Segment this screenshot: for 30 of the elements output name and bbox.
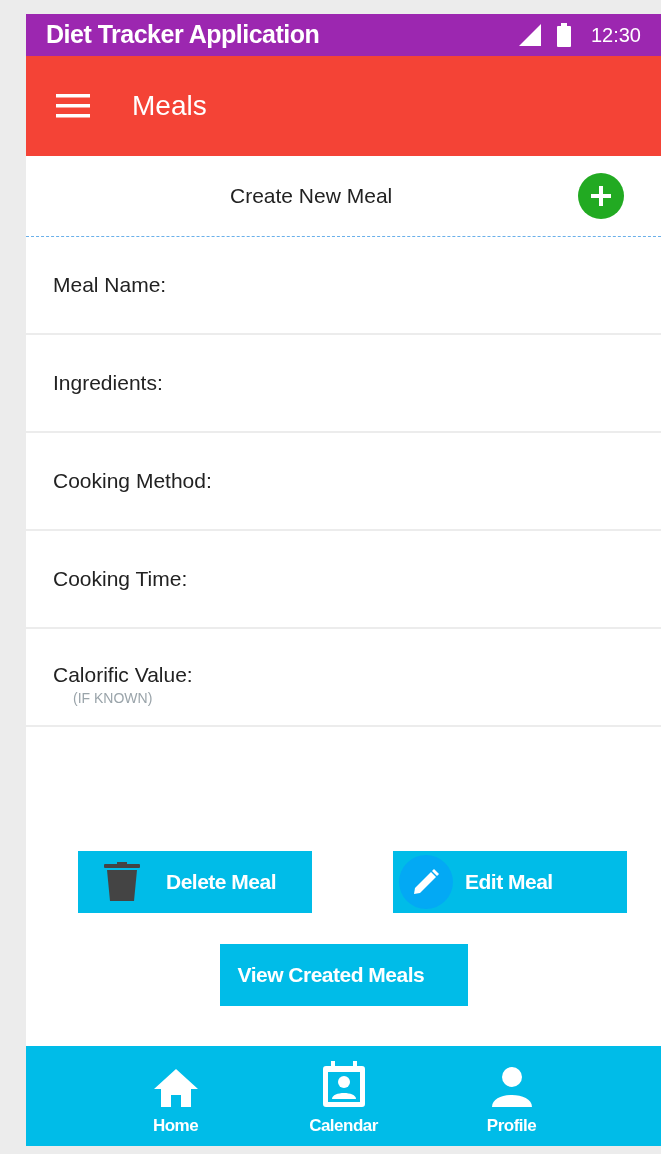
form-field[interactable]: Meal Name: xyxy=(26,237,661,335)
nav-item[interactable]: Home xyxy=(91,1054,260,1138)
view-meals-button[interactable]: View Created Meals xyxy=(219,944,468,1006)
field-label: Ingredients: xyxy=(53,370,164,397)
field-label: Calorific Value: xyxy=(53,662,194,689)
create-meal-label: Create New Meal xyxy=(230,183,393,210)
home-icon xyxy=(153,1068,198,1107)
field-hint: (IF KNOWN) xyxy=(73,688,153,708)
edit-meal-button[interactable]: Edit Meal xyxy=(393,851,627,913)
clock-time: 12:30 xyxy=(590,23,641,48)
plus-icon xyxy=(590,185,612,207)
nav-item[interactable]: Calendar xyxy=(259,1054,428,1138)
form-field[interactable]: Calorific Value: (IF KNOWN) xyxy=(26,629,661,727)
page-title: Meals xyxy=(132,89,207,123)
add-button[interactable] xyxy=(578,173,624,219)
person-icon xyxy=(491,1066,532,1107)
nav-item[interactable]: Profile xyxy=(427,1054,596,1138)
battery-icon xyxy=(556,23,571,47)
app-title: Diet Tracker Application xyxy=(46,19,320,51)
field-label: Cooking Method: xyxy=(53,468,213,495)
field-label: Meal Name: xyxy=(53,272,168,299)
field-label: Cooking Time: xyxy=(53,566,189,593)
form-field[interactable]: Cooking Time: xyxy=(26,531,661,629)
pencil-icon xyxy=(399,855,453,909)
calendar-person-icon xyxy=(322,1060,365,1107)
form-field[interactable]: Cooking Method: xyxy=(26,433,661,531)
form-field[interactable]: Ingredients: xyxy=(26,335,661,433)
delete-meal-button[interactable]: Delete Meal xyxy=(78,851,312,913)
menu-icon[interactable] xyxy=(56,93,90,119)
trash-icon xyxy=(104,862,140,902)
